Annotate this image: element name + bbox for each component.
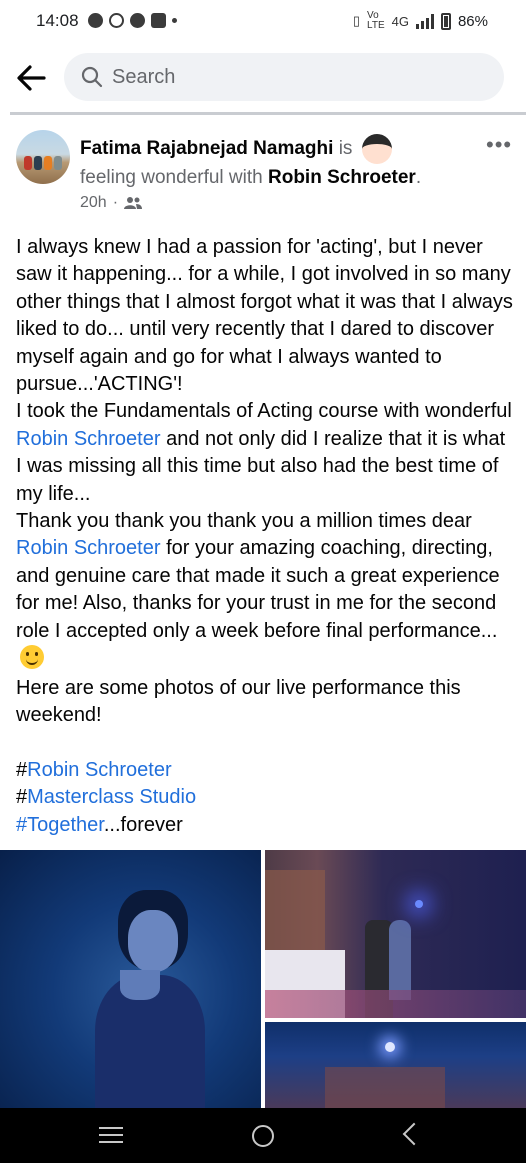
hashtag-line: #Together...forever <box>16 813 183 836</box>
back-arrow-icon <box>17 65 46 91</box>
compass-icon <box>130 13 145 28</box>
hashtag-link[interactable]: Robin Schroeter <box>27 759 172 781</box>
feeling-text: feeling wonderful with <box>80 167 263 188</box>
search-placeholder: Search <box>112 66 176 88</box>
network-type: 4G <box>391 13 409 29</box>
nav-back-icon[interactable] <box>402 1122 426 1146</box>
tagged-person[interactable]: Robin Schroeter <box>268 167 416 188</box>
post-photo[interactable] <box>0 850 261 1108</box>
hashtag-line: #Robin Schroeter <box>16 758 172 781</box>
post-photo[interactable] <box>265 1022 526 1108</box>
hashtag-line: #Masterclass Studio <box>16 786 197 809</box>
more-options-icon[interactable]: ••• <box>486 132 512 158</box>
battery-percent: 86% <box>457 12 488 30</box>
home-icon[interactable] <box>252 1125 274 1147</box>
smile-emoji-icon <box>20 645 44 670</box>
search-input[interactable]: Search <box>64 53 504 101</box>
post-timestamp[interactable]: 20h <box>80 194 107 212</box>
search-icon <box>81 66 103 88</box>
more-notifications-dot <box>172 18 177 23</box>
back-button[interactable] <box>12 58 52 98</box>
post-body: I always knew I had a passion for 'actin… <box>16 234 516 839</box>
post-photo[interactable] <box>265 850 526 1018</box>
post-paragraph: I took the Fundamentals of Acting course… <box>16 400 512 505</box>
whatsapp-icon <box>109 13 124 28</box>
friends-icon <box>124 197 143 209</box>
is-text: is <box>338 138 353 160</box>
author-avatar[interactable] <box>16 130 70 184</box>
system-nav-bar <box>0 1108 526 1163</box>
hashtag-link[interactable]: #Together <box>16 814 104 836</box>
mention-link[interactable]: Robin Schroeter <box>16 537 161 559</box>
post-paragraph: Here are some photos of our live perform… <box>16 676 461 726</box>
clock: 14:08 <box>36 11 79 30</box>
mention-link[interactable]: Robin Schroeter <box>16 428 161 450</box>
post-meta: 20h · <box>80 194 143 212</box>
post-paragraph: Thank you thank you thank you a million … <box>16 508 516 674</box>
vibrate-icon: ▯ <box>352 13 361 28</box>
post-header: Fatima Rajabnejad Namaghi is feeling won… <box>80 134 500 192</box>
feeling-emoji-icon <box>361 134 392 164</box>
volte-icon: Vo LTE <box>367 10 385 31</box>
search-header: Search <box>0 44 526 112</box>
notification-icons <box>88 13 177 28</box>
hashtag-link[interactable]: Masterclass Studio <box>27 786 196 808</box>
header-divider <box>10 112 526 115</box>
post-paragraph: I always knew I had a passion for 'actin… <box>16 236 513 396</box>
mail-icon <box>151 13 166 28</box>
author-name[interactable]: Fatima Rajabnejad Namaghi <box>80 138 333 159</box>
battery-icon <box>440 12 451 30</box>
status-bar: 14:08 ▯ Vo LTE 4G 86% <box>0 0 526 44</box>
signal-icon <box>415 13 434 29</box>
messenger-icon <box>88 13 103 28</box>
recent-apps-icon[interactable] <box>99 1127 123 1143</box>
